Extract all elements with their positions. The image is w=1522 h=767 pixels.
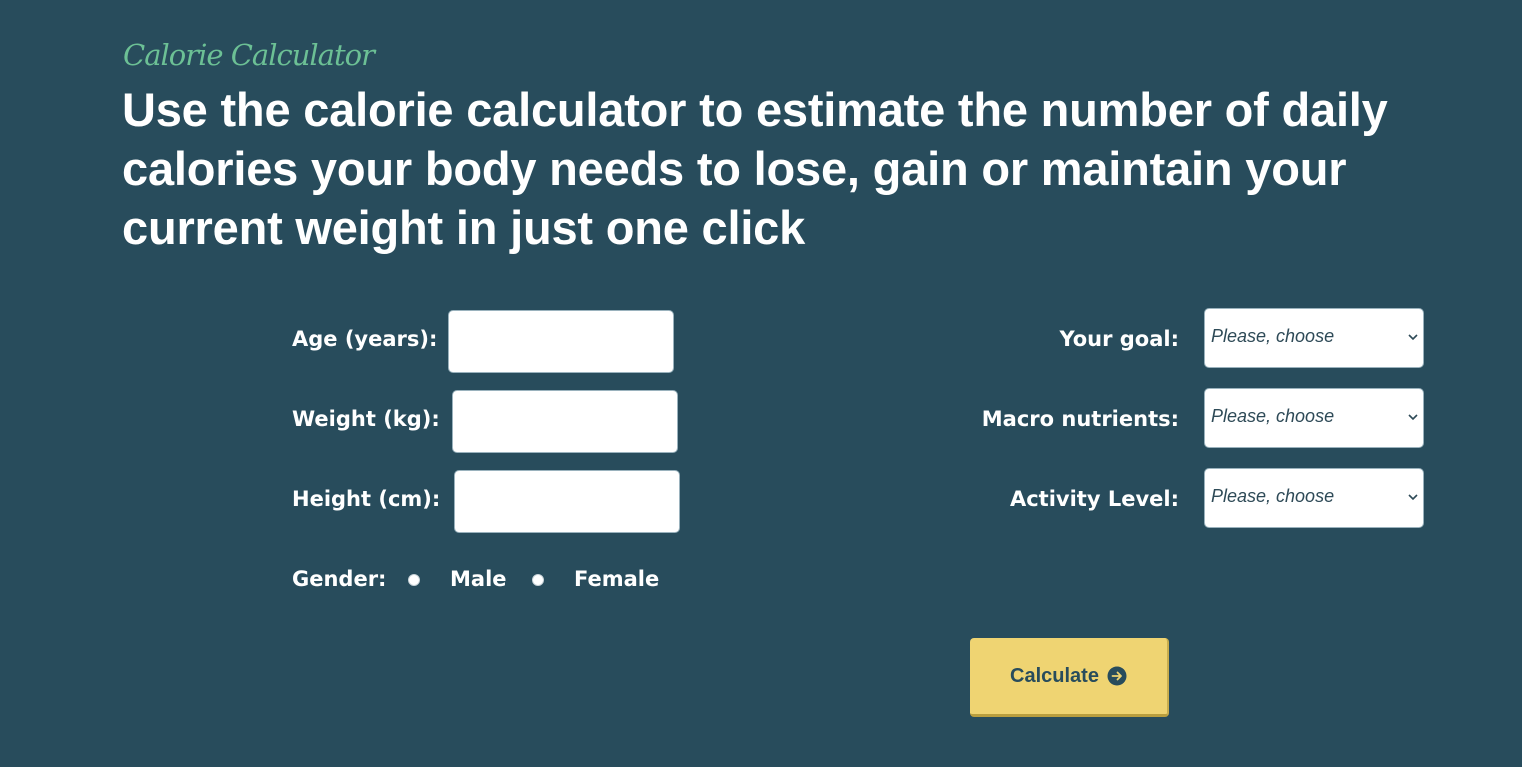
age-label: Age (years): bbox=[292, 327, 438, 351]
activity-label: Activity Level: bbox=[1009, 487, 1179, 511]
age-input[interactable] bbox=[448, 310, 674, 373]
arrow-right-circle-icon bbox=[1107, 666, 1127, 686]
weight-label: Weight (kg): bbox=[292, 407, 440, 431]
page-headline: Use the calorie calculator to estimate t… bbox=[122, 83, 1388, 254]
macro-select-value: Please, choose bbox=[1211, 406, 1335, 426]
gender-male-label[interactable]: Male bbox=[450, 564, 507, 594]
activity-select-value: Please, choose bbox=[1211, 486, 1335, 506]
activity-select[interactable]: Please, choose bbox=[1204, 468, 1424, 528]
macro-label: Macro nutrients: bbox=[981, 407, 1179, 431]
calculate-button-label: Calculate bbox=[1010, 664, 1099, 687]
gender-female-label[interactable]: Female bbox=[574, 564, 659, 594]
chevron-down-icon bbox=[1408, 494, 1418, 501]
macro-select[interactable]: Please, choose bbox=[1204, 388, 1424, 448]
height-label: Height (cm): bbox=[292, 487, 441, 511]
chevron-down-icon bbox=[1408, 334, 1418, 341]
calculator-eyebrow-title: Calorie Calculator bbox=[123, 38, 375, 72]
chevron-down-icon bbox=[1408, 414, 1418, 421]
weight-input[interactable] bbox=[452, 390, 678, 453]
goal-label: Your goal: bbox=[1059, 327, 1179, 351]
height-input[interactable] bbox=[454, 470, 680, 533]
goal-select-value: Please, choose bbox=[1211, 326, 1335, 346]
calculate-button[interactable]: Calculate bbox=[970, 638, 1169, 717]
goal-select[interactable]: Please, choose bbox=[1204, 308, 1424, 368]
gender-label: Gender: bbox=[292, 567, 387, 591]
gender-female-radio[interactable] bbox=[532, 574, 544, 586]
gender-male-radio[interactable] bbox=[408, 574, 420, 586]
